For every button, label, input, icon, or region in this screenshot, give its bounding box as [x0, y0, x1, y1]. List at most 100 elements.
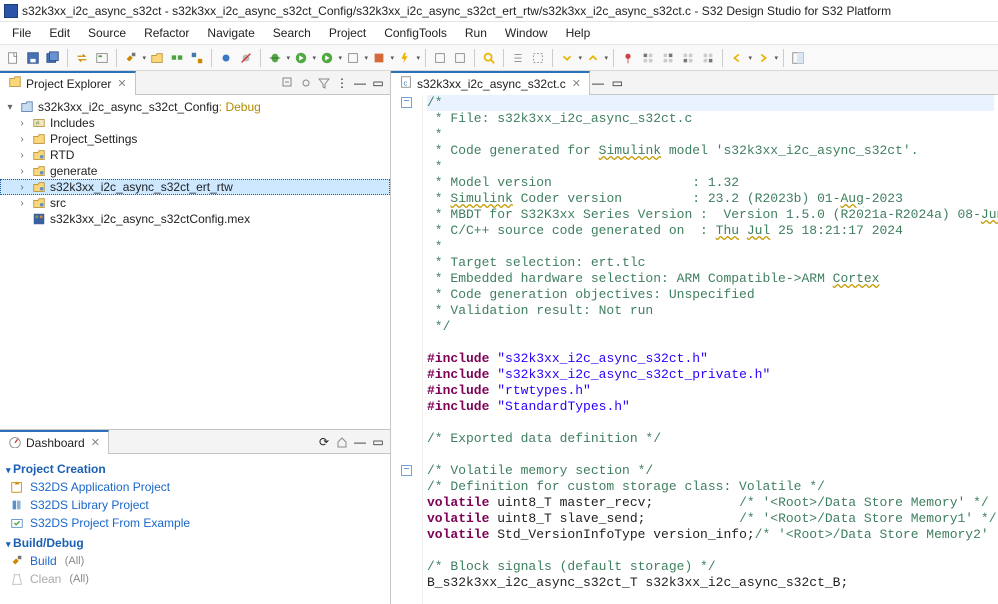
grid1-icon[interactable] — [639, 49, 657, 67]
code-content[interactable]: /* * File: s32k3xx_i2c_async_s32ct.c * *… — [423, 95, 998, 604]
dashboard-title: Dashboard — [26, 436, 85, 450]
project-tree[interactable]: ▾ s32k3xx_i2c_async_s32ct_Config: Debug … — [0, 95, 390, 429]
menu-run[interactable]: Run — [457, 24, 495, 42]
maximize-icon[interactable]: ▭ — [370, 434, 386, 450]
project-explorer-tab[interactable]: Project Explorer ✕ — [0, 71, 136, 95]
next-ann-icon[interactable] — [558, 49, 576, 67]
menu-window[interactable]: Window — [497, 24, 556, 42]
menu-refactor[interactable]: Refactor — [136, 24, 197, 42]
pin-icon[interactable] — [619, 49, 637, 67]
dash-item-label: S32DS Project From Example — [30, 516, 190, 530]
close-icon[interactable]: ✕ — [91, 436, 100, 449]
dashboard-tab[interactable]: Dashboard ✕ — [0, 430, 109, 454]
save-icon[interactable] — [24, 49, 42, 67]
minimize-icon[interactable]: — — [352, 75, 368, 91]
minimize-icon[interactable]: — — [352, 434, 368, 450]
menubar: File Edit Source Refactor Navigate Searc… — [0, 22, 998, 45]
filter-icon[interactable] — [316, 75, 332, 91]
editor-body[interactable]: − − /* * File: s32k3xx_i2c_async_s32ct.c… — [391, 95, 998, 604]
menu-navigate[interactable]: Navigate — [199, 24, 262, 42]
tree-item-mex[interactable]: s32k3xx_i2c_async_s32ctConfig.mex — [0, 211, 390, 227]
menu-file[interactable]: File — [4, 24, 39, 42]
editor-tab[interactable]: c s32k3xx_i2c_async_s32ct.c ✕ — [391, 71, 590, 95]
dash-item-app-project[interactable]: S32DS Application Project — [6, 478, 384, 496]
expand-icon[interactable]: ▾ — [4, 102, 16, 113]
fold-icon[interactable]: − — [401, 465, 412, 476]
cfg-green-icon[interactable] — [168, 49, 186, 67]
project-root[interactable]: ▾ s32k3xx_i2c_async_s32ct_Config: Debug — [0, 99, 390, 115]
build-target-icon[interactable] — [431, 49, 449, 67]
flash-icon[interactable] — [396, 49, 414, 67]
dash-section-build-debug[interactable]: Build/Debug — [6, 532, 384, 552]
maximize-icon[interactable]: ▭ — [609, 75, 625, 91]
build-mode-icon[interactable] — [451, 49, 469, 67]
expand-icon[interactable]: › — [16, 150, 28, 161]
block-sel-icon[interactable] — [529, 49, 547, 67]
dash-item-build[interactable]: Build (All) — [6, 552, 384, 570]
menu-project[interactable]: Project — [321, 24, 374, 42]
dash-item-label: Build — [30, 554, 57, 568]
collapse-all-icon[interactable] — [280, 75, 296, 91]
switch-icon[interactable] — [73, 49, 91, 67]
skip-bp-icon[interactable] — [237, 49, 255, 67]
dashboard-body: Project Creation S32DS Application Proje… — [0, 454, 390, 604]
expand-icon[interactable]: › — [16, 198, 28, 209]
minimize-icon[interactable]: — — [590, 75, 606, 91]
save-all-icon[interactable] — [44, 49, 62, 67]
refresh-icon[interactable]: ⟳ — [316, 434, 332, 450]
close-icon[interactable]: ✕ — [572, 77, 581, 90]
debug-icon[interactable] — [266, 49, 284, 67]
toggle-bp-icon[interactable] — [217, 49, 235, 67]
hammer-icon — [10, 554, 24, 568]
build-icon[interactable] — [93, 49, 111, 67]
toolbar-sep — [783, 49, 784, 67]
tree-item-project-settings[interactable]: › Project_Settings — [0, 131, 390, 147]
dash-item-label: Clean — [30, 572, 61, 586]
expand-icon[interactable]: › — [16, 118, 28, 129]
run-last-icon[interactable] — [318, 49, 336, 67]
forward-icon[interactable] — [754, 49, 772, 67]
menu-configtools[interactable]: ConfigTools — [376, 24, 455, 42]
open-file-icon[interactable] — [148, 49, 166, 67]
dash-item-label: S32DS Library Project — [30, 498, 149, 512]
run-icon[interactable] — [292, 49, 310, 67]
expand-icon[interactable]: › — [16, 182, 28, 193]
search-icon[interactable] — [480, 49, 498, 67]
tree-item-rtd[interactable]: › RTD — [0, 147, 390, 163]
expand-icon[interactable]: › — [16, 166, 28, 177]
prev-ann-icon[interactable] — [584, 49, 602, 67]
menu-edit[interactable]: Edit — [41, 24, 78, 42]
hammer-icon[interactable] — [122, 49, 140, 67]
new-icon[interactable] — [4, 49, 22, 67]
grid4-icon[interactable] — [699, 49, 717, 67]
grid3-icon[interactable] — [679, 49, 697, 67]
outline-icon[interactable] — [509, 49, 527, 67]
toolbar-sep — [552, 49, 553, 67]
editor-gutter[interactable]: − − — [391, 95, 423, 604]
fold-icon[interactable]: − — [401, 97, 412, 108]
tree-item-ert-rtw[interactable]: › s32k3xx_i2c_async_s32ct_ert_rtw — [0, 179, 390, 195]
grid2-icon[interactable] — [659, 49, 677, 67]
ext-tools-icon[interactable] — [370, 49, 388, 67]
link-editor-icon[interactable] — [298, 75, 314, 91]
dash-item-lib-project[interactable]: S32DS Library Project — [6, 496, 384, 514]
expand-icon[interactable]: › — [16, 134, 28, 145]
home-icon[interactable] — [334, 434, 350, 450]
tree-item-src[interactable]: › src — [0, 195, 390, 211]
tree-item-includes[interactable]: › # Includes — [0, 115, 390, 131]
tree-label: RTD — [50, 148, 74, 162]
view-menu-icon[interactable]: ⋮ — [334, 75, 350, 91]
tree-item-generate[interactable]: › generate — [0, 163, 390, 179]
cfg-blocks-icon[interactable] — [188, 49, 206, 67]
profile-icon[interactable] — [344, 49, 362, 67]
maximize-icon[interactable]: ▭ — [370, 75, 386, 91]
editor-tabbar: c s32k3xx_i2c_async_s32ct.c ✕ — ▭ — [391, 71, 998, 95]
back-icon[interactable] — [728, 49, 746, 67]
menu-search[interactable]: Search — [265, 24, 319, 42]
perspective-icon[interactable] — [789, 49, 807, 67]
menu-help[interactable]: Help — [558, 24, 599, 42]
dash-section-project-creation[interactable]: Project Creation — [6, 458, 384, 478]
dash-item-example-project[interactable]: S32DS Project From Example — [6, 514, 384, 532]
menu-source[interactable]: Source — [80, 24, 134, 42]
close-icon[interactable]: ✕ — [117, 77, 126, 90]
